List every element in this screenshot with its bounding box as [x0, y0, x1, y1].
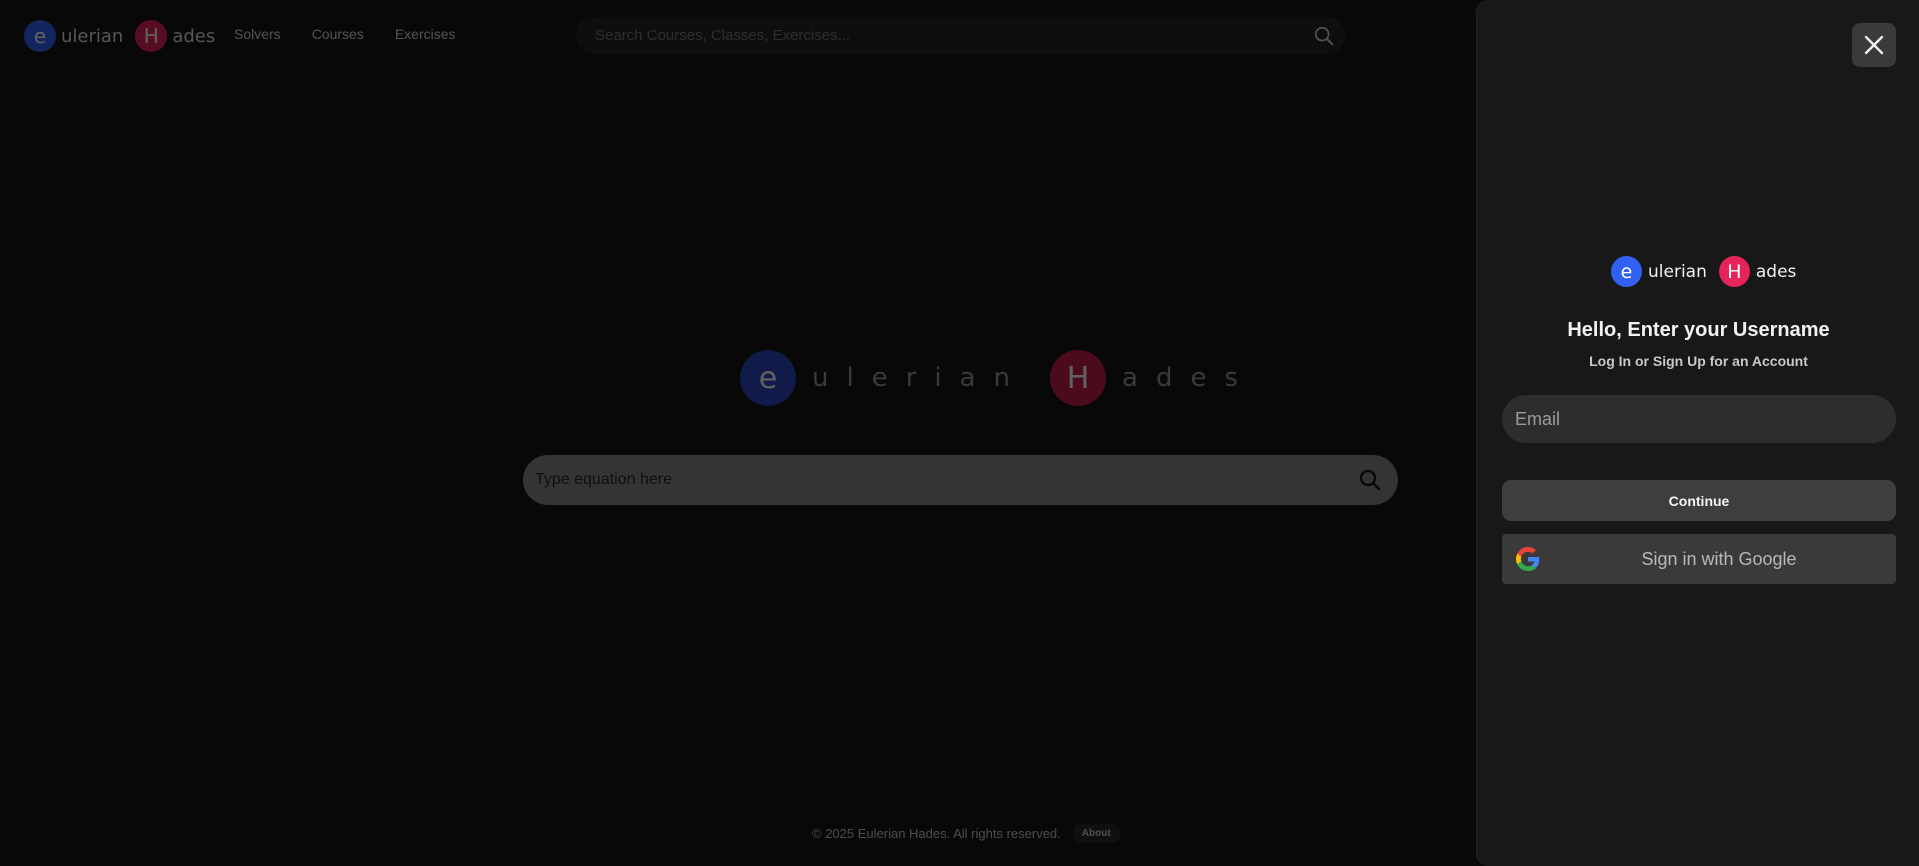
logo-h-badge: H [1718, 256, 1750, 287]
logo-word-hades: ades [1755, 261, 1797, 282]
login-drawer: e ulerian H ades Hello, Enter your Usern… [1476, 0, 1919, 866]
hero-word-hades: ades [1122, 363, 1257, 393]
page: e ulerian H ades Solvers Courses Exercis… [0, 0, 1919, 866]
equation-input[interactable] [535, 471, 1398, 489]
logo-e-badge: e [1611, 256, 1642, 287]
hero-h-badge: H [1050, 350, 1107, 406]
logo-word-eulerian: ulerian [1648, 261, 1707, 282]
google-signin-label: Sign in with Google [1641, 548, 1797, 569]
top-search-bar [576, 17, 1345, 54]
drawer-logo: e ulerian H ades [1611, 256, 1808, 287]
close-button[interactable] [1852, 23, 1896, 67]
top-search-input[interactable] [595, 27, 1345, 44]
hero-e-badge: e [740, 350, 796, 406]
nav-link-solvers[interactable]: Solvers [234, 26, 281, 42]
drawer-subtitle: Log In or Sign Up for an Account [1589, 353, 1808, 369]
footer-about-link[interactable]: About [1072, 824, 1120, 843]
nav-link-exercises[interactable]: Exercises [395, 26, 456, 42]
footer: © 2025 Eulerian Hades. All rights reserv… [812, 824, 1120, 843]
search-icon[interactable] [1313, 25, 1335, 47]
continue-button[interactable]: Continue [1502, 480, 1896, 521]
logo-h-badge: H [135, 20, 168, 52]
nav-links: Solvers Courses Exercises [234, 26, 456, 42]
footer-copyright: © 2025 Eulerian Hades. All rights reserv… [812, 826, 1061, 841]
nav-link-courses[interactable]: Courses [312, 26, 364, 42]
hero-word-eulerian: ulerian [812, 363, 1029, 393]
google-icon [1516, 547, 1540, 571]
search-icon[interactable] [1358, 468, 1382, 492]
logo-word-eulerian: ulerian [61, 25, 124, 47]
drawer-title: Hello, Enter your Username [1567, 319, 1830, 341]
logo-e-badge: e [24, 20, 56, 52]
email-field[interactable] [1502, 395, 1896, 443]
google-signin-button[interactable]: Sign in with Google [1502, 534, 1896, 584]
close-icon [1864, 35, 1884, 55]
logo-word-hades: ades [172, 25, 216, 47]
hero-logo: e ulerian H ades [740, 350, 1256, 406]
equation-search-bar [523, 455, 1398, 505]
brand-logo[interactable]: e ulerian H ades [24, 20, 227, 52]
